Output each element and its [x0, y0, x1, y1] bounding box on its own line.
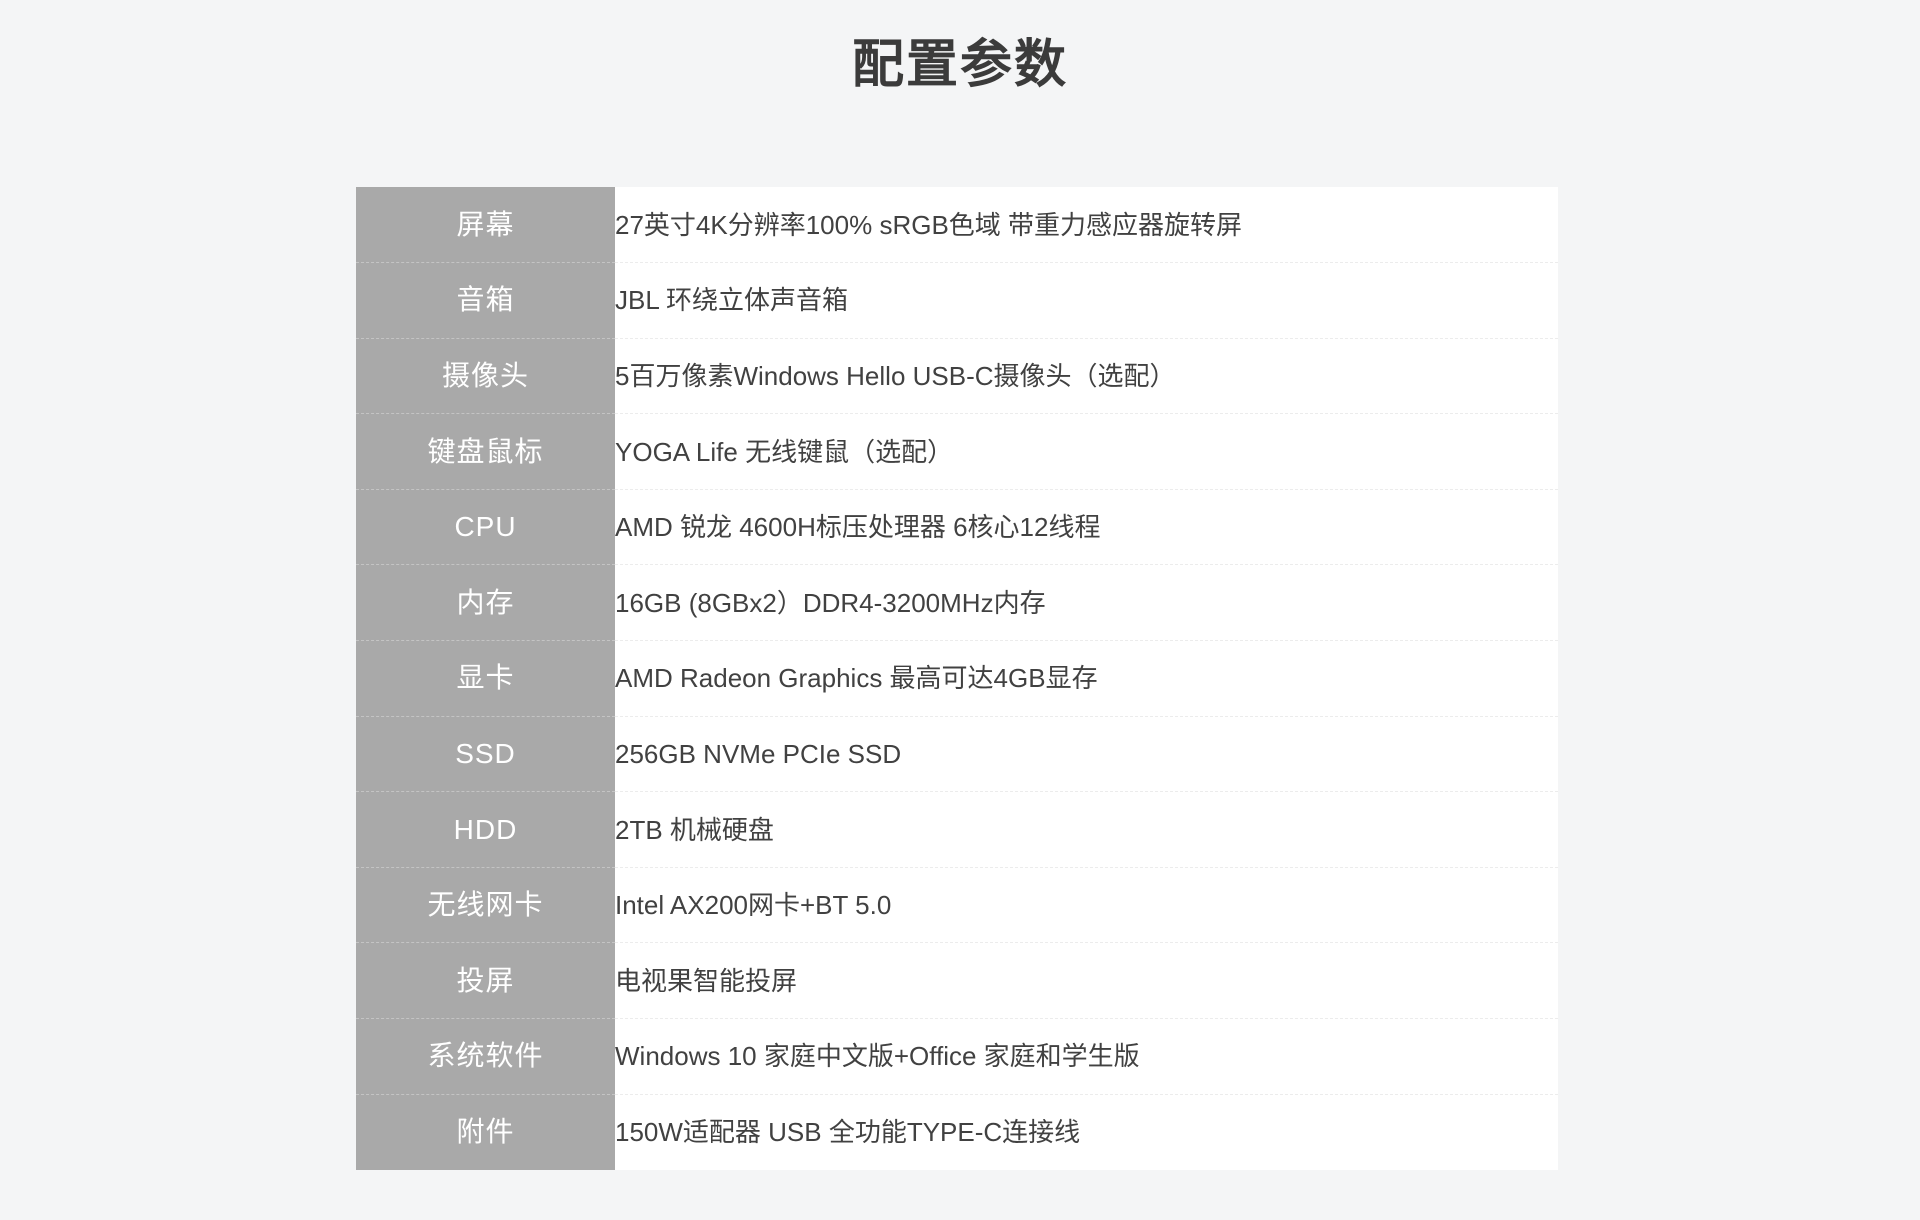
spec-value: 16GB (8GBx2）DDR4-3200MHz内存 [615, 564, 1558, 642]
spec-label: 显卡 [356, 640, 615, 717]
table-row: 音箱 JBL 环绕立体声音箱 [356, 262, 1558, 339]
table-row: 键盘鼠标 YOGA Life 无线键鼠（选配） [356, 413, 1558, 490]
spec-value: 150W适配器 USB 全功能TYPE-C连接线 [615, 1094, 1558, 1170]
table-row: 系统软件 Windows 10 家庭中文版+Office 家庭和学生版 [356, 1018, 1558, 1095]
table-row: 屏幕 27英寸4K分辨率100% sRGB色域 带重力感应器旋转屏 [356, 187, 1558, 264]
table-row: 摄像头 5百万像素Windows Hello USB-C摄像头（选配） [356, 338, 1558, 415]
table-row: CPU AMD 锐龙 4600H标压处理器 6核心12线程 [356, 489, 1558, 566]
spec-value: AMD Radeon Graphics 最高可达4GB显存 [615, 640, 1558, 717]
specification-table: 屏幕 27英寸4K分辨率100% sRGB色域 带重力感应器旋转屏 音箱 JBL… [356, 187, 1558, 1170]
spec-label: 投屏 [356, 942, 615, 1020]
table-row: 内存 16GB (8GBx2）DDR4-3200MHz内存 [356, 564, 1558, 642]
spec-label: 无线网卡 [356, 867, 615, 944]
spec-label: 内存 [356, 564, 615, 642]
spec-label: HDD [356, 791, 615, 868]
spec-label: 摄像头 [356, 338, 615, 415]
table-row: 投屏 电视果智能投屏 [356, 942, 1558, 1020]
spec-value: 5百万像素Windows Hello USB-C摄像头（选配） [615, 338, 1558, 415]
specification-table-body: 屏幕 27英寸4K分辨率100% sRGB色域 带重力感应器旋转屏 音箱 JBL… [356, 187, 1558, 1170]
table-row: 无线网卡 Intel AX200网卡+BT 5.0 [356, 867, 1558, 944]
spec-value: Intel AX200网卡+BT 5.0 [615, 867, 1558, 944]
spec-label: 键盘鼠标 [356, 413, 615, 490]
spec-value: JBL 环绕立体声音箱 [615, 262, 1558, 339]
spec-value: 256GB NVMe PCIe SSD [615, 716, 1558, 793]
page-title: 配置参数 [851, 36, 1068, 94]
table-row: 显卡 AMD Radeon Graphics 最高可达4GB显存 [356, 640, 1558, 717]
spec-page: 配置参数 屏幕 27英寸4K分辨率100% sRGB色域 带重力感应器旋转屏 音… [0, 0, 1920, 1220]
spec-value: AMD 锐龙 4600H标压处理器 6核心12线程 [615, 489, 1558, 566]
spec-value: 27英寸4K分辨率100% sRGB色域 带重力感应器旋转屏 [615, 187, 1558, 264]
spec-value: Windows 10 家庭中文版+Office 家庭和学生版 [615, 1018, 1558, 1095]
spec-label: 屏幕 [356, 187, 615, 264]
spec-value: 2TB 机械硬盘 [615, 791, 1558, 868]
table-row: 附件 150W适配器 USB 全功能TYPE-C连接线 [356, 1094, 1558, 1170]
spec-value: 电视果智能投屏 [615, 942, 1558, 1020]
table-row: SSD 256GB NVMe PCIe SSD [356, 716, 1558, 793]
spec-label: 音箱 [356, 262, 615, 339]
spec-label: CPU [356, 489, 615, 566]
spec-value: YOGA Life 无线键鼠（选配） [615, 413, 1558, 490]
spec-label: 系统软件 [356, 1018, 615, 1095]
spec-label: SSD [356, 716, 615, 793]
spec-label: 附件 [356, 1094, 615, 1170]
table-row: HDD 2TB 机械硬盘 [356, 791, 1558, 868]
